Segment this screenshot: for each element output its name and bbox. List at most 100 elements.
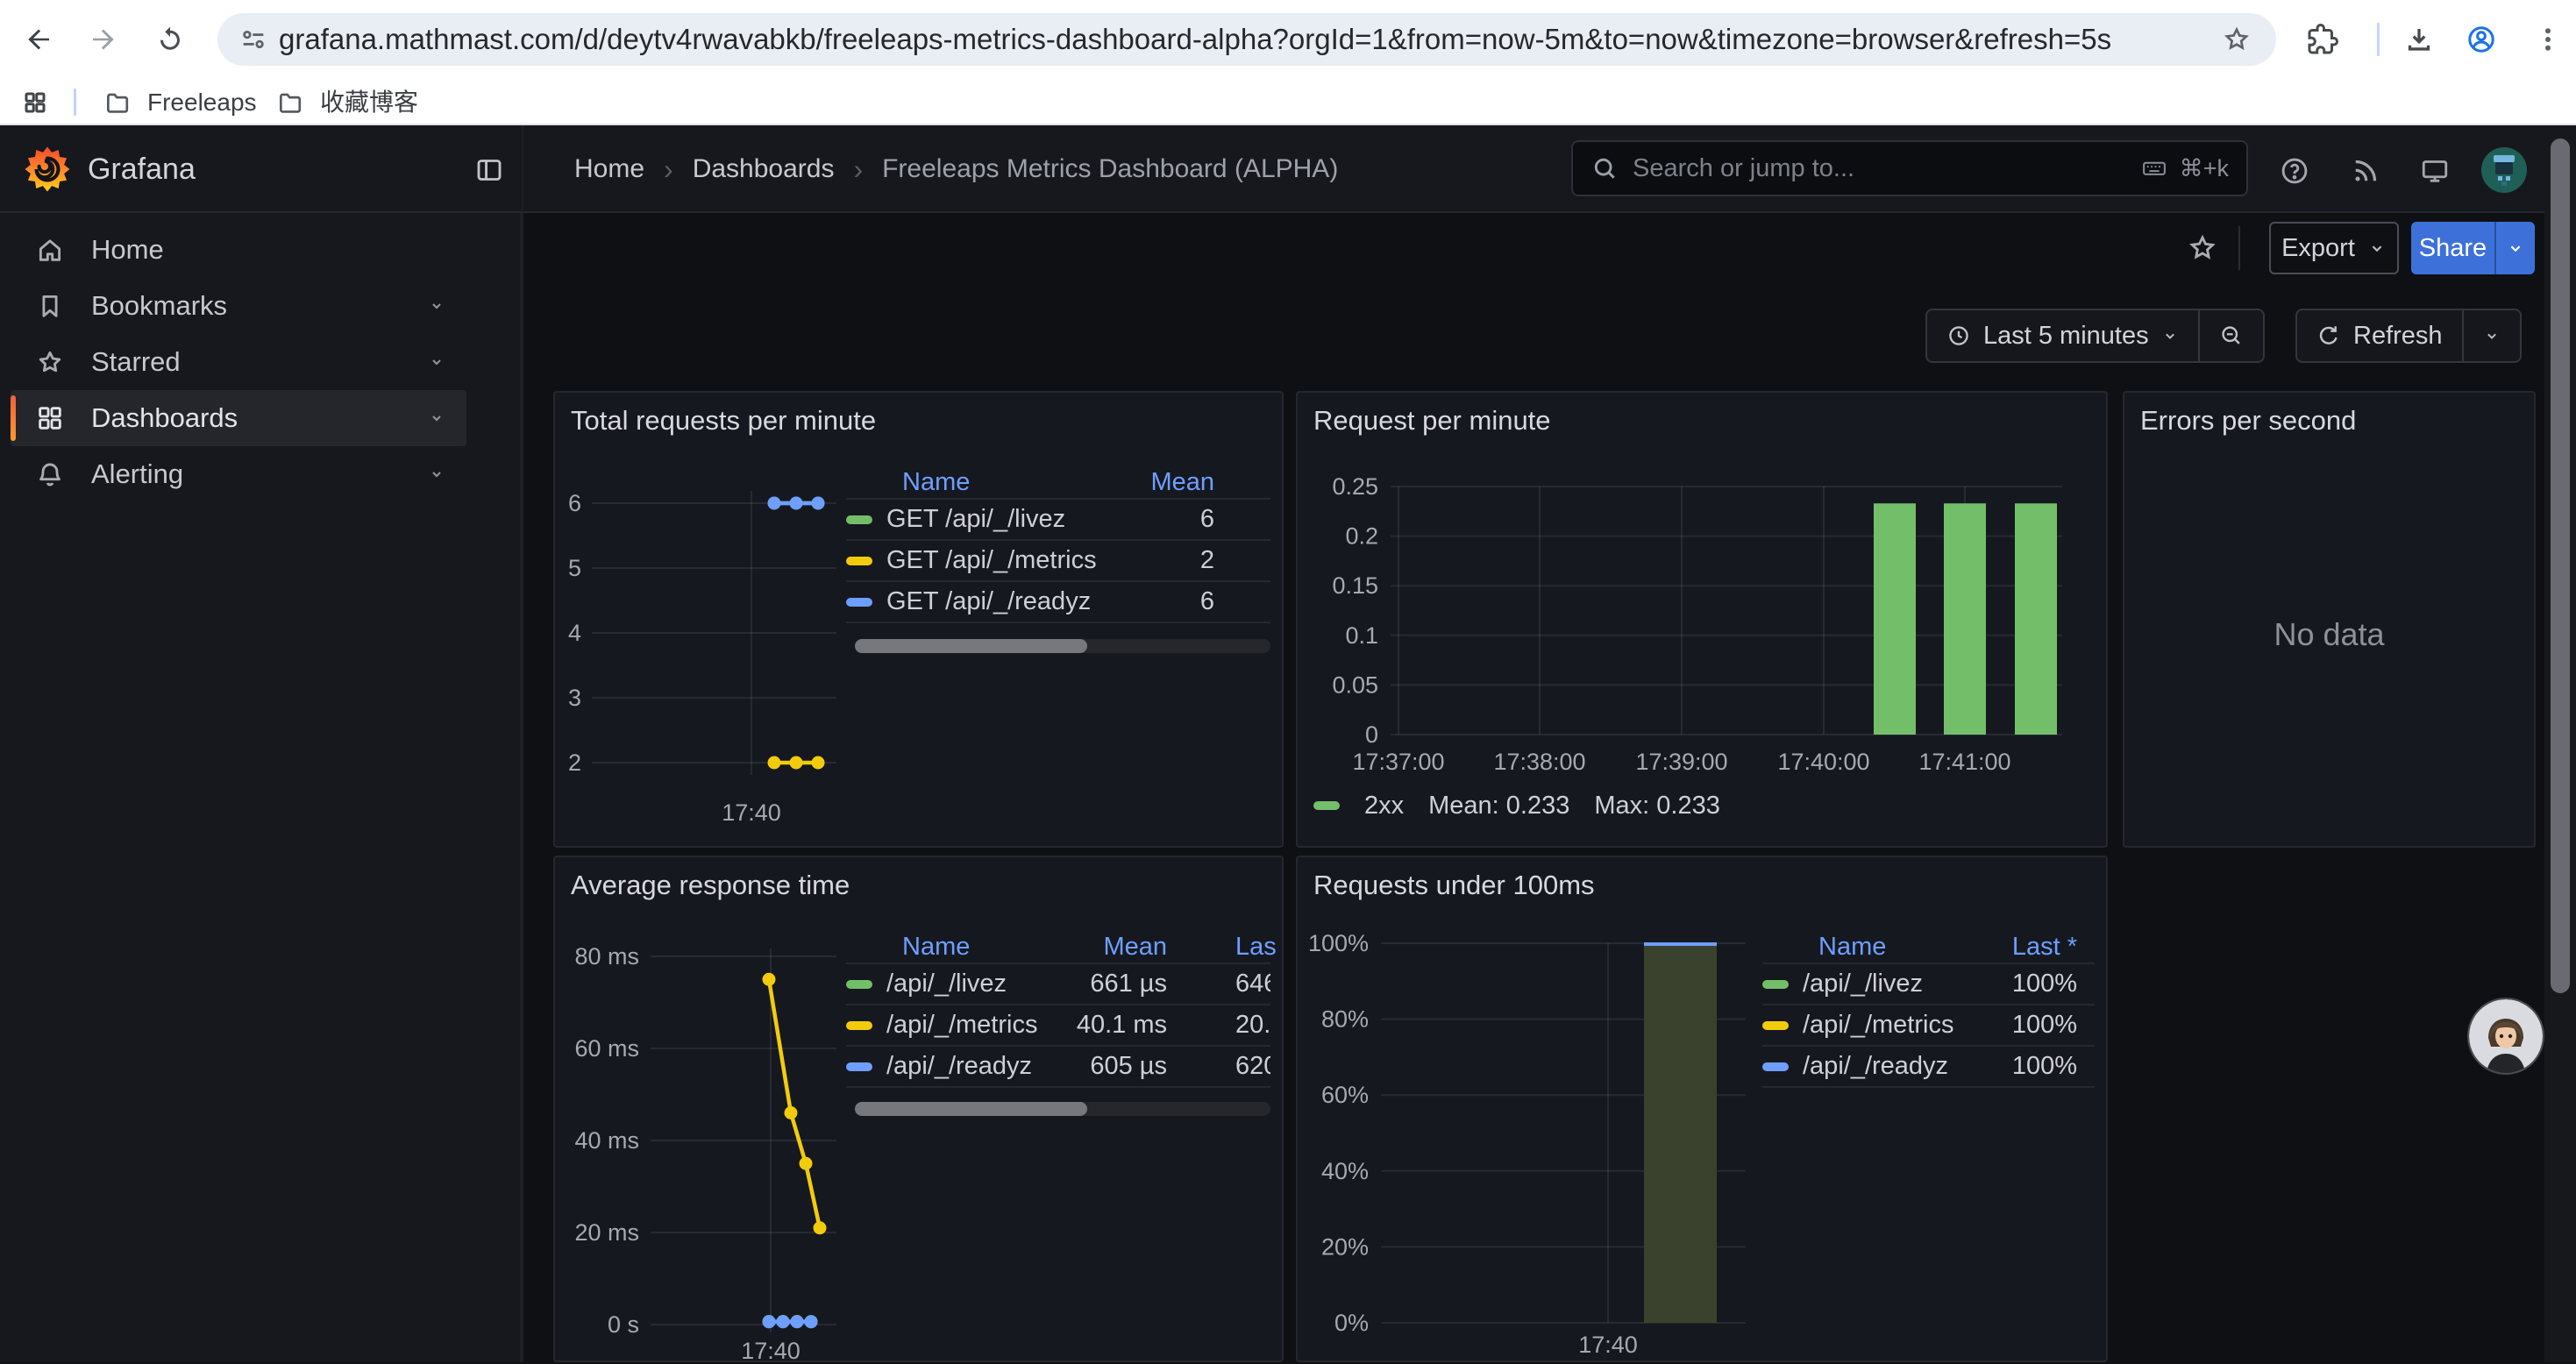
sidebar-toggle-icon[interactable] bbox=[473, 154, 505, 186]
legend-row[interactable]: /api/_/livez661 µs646 bbox=[846, 964, 1270, 1005]
legend-column-header[interactable]: Mean bbox=[1135, 468, 1214, 497]
sidebar-item-home[interactable]: Home bbox=[11, 222, 466, 278]
url-bar[interactable]: grafana.mathmast.com/d/deytv4rwavabkb/fr… bbox=[217, 13, 2276, 66]
series-color-dash bbox=[846, 1062, 872, 1071]
zoom-out-button[interactable] bbox=[2200, 310, 2263, 361]
series-name[interactable]: /api/_/metrics bbox=[1803, 1011, 1953, 1040]
svg-text:17:38:00: 17:38:00 bbox=[1493, 749, 1585, 775]
favorite-star-icon[interactable] bbox=[2187, 232, 2218, 264]
bookmark-folder-freeleaps[interactable]: Freeleaps bbox=[103, 79, 257, 125]
sidebar: HomeBookmarksStarred Dashboards Alerting bbox=[0, 213, 522, 1362]
chevron-down-icon bbox=[2506, 238, 2525, 258]
sidebar-item-label: Dashboards bbox=[91, 402, 238, 434]
panel-title[interactable]: Errors per second bbox=[2140, 405, 2356, 437]
series-name[interactable]: 2xx bbox=[1364, 792, 1404, 821]
svg-text:0.2: 0.2 bbox=[1345, 523, 1378, 550]
sidebar-item-bookmarks[interactable]: Bookmarks bbox=[11, 278, 466, 334]
monitor-icon[interactable] bbox=[2419, 155, 2451, 187]
legend-row[interactable]: GET /api/_/metrics 2 bbox=[846, 541, 1270, 582]
profile-icon[interactable] bbox=[2466, 24, 2497, 55]
sidebar-item-alerting[interactable]: Alerting bbox=[11, 446, 466, 502]
legend-column-header[interactable]: Name bbox=[1762, 933, 1981, 962]
bookmark-star-icon[interactable] bbox=[2222, 25, 2252, 54]
sidebar-item-starred[interactable]: Starred bbox=[11, 334, 466, 390]
refresh-interval-caret[interactable] bbox=[2464, 310, 2520, 361]
series-name[interactable]: /api/_/metrics bbox=[886, 1011, 1037, 1040]
sidebar-item-dashboards[interactable]: Dashboards bbox=[11, 390, 466, 446]
series-name[interactable]: GET /api/_/metrics bbox=[886, 546, 1097, 575]
share-button[interactable]: Share bbox=[2411, 222, 2535, 274]
under-100ms-legend: NameLast */api/_/livez100%/api/_/metrics… bbox=[1762, 931, 2095, 1088]
export-button[interactable]: Export bbox=[2269, 222, 2399, 274]
site-settings-icon[interactable] bbox=[238, 25, 268, 54]
chevron-down-icon[interactable] bbox=[426, 295, 447, 316]
time-range-picker[interactable]: Last 5 minutes bbox=[1927, 310, 2198, 361]
legend-row[interactable]: GET /api/_/livez6 bbox=[846, 500, 1270, 541]
extensions-icon[interactable] bbox=[2307, 24, 2338, 55]
back-icon[interactable] bbox=[23, 24, 54, 55]
help-icon[interactable] bbox=[2279, 155, 2310, 187]
series-name[interactable]: GET /api/_/readyz bbox=[886, 587, 1091, 616]
legend-row[interactable]: /api/_/metrics 100% bbox=[1762, 1005, 2095, 1047]
legend-row[interactable]: /api/_/readyz100% bbox=[1762, 1047, 2095, 1088]
user-avatar[interactable] bbox=[2480, 146, 2528, 194]
avg-response-chart[interactable]: 80 ms60 ms40 ms20 ms0 s17:40 bbox=[562, 931, 851, 1364]
legend-row[interactable]: /api/_/metrics40.1 ms20.5 r bbox=[846, 1005, 1270, 1047]
apps-grid-icon[interactable] bbox=[22, 89, 48, 116]
series-max: Max: 0.233 bbox=[1594, 792, 1719, 821]
bookmark-folder-blogs[interactable]: 收藏博客 bbox=[276, 79, 418, 125]
legend-value: 100% bbox=[1981, 1011, 2077, 1040]
panel-title[interactable]: Request per minute bbox=[1313, 405, 1551, 437]
total-requests-chart[interactable]: 6543217:40 bbox=[562, 466, 851, 828]
keyboard-icon bbox=[2138, 155, 2171, 181]
request-per-minute-legend[interactable]: 2xx Mean: 0.233 Max: 0.233 bbox=[1313, 785, 1720, 826]
series-name[interactable]: /api/_/livez bbox=[886, 970, 1007, 998]
breadcrumb-dashboards[interactable]: Dashboards bbox=[693, 154, 835, 184]
legend-scrollbar[interactable] bbox=[855, 1102, 1270, 1116]
legend-value: 620 bbox=[1167, 1052, 1270, 1081]
share-caret-button[interactable] bbox=[2494, 222, 2535, 274]
brand-text: Grafana bbox=[88, 125, 196, 213]
svg-text:40 ms: 40 ms bbox=[574, 1127, 639, 1154]
legend-scrollbar[interactable] bbox=[855, 639, 1270, 653]
legend-header: NameMean bbox=[846, 466, 1270, 500]
breadcrumb-separator: › bbox=[664, 153, 673, 186]
news-rss-icon[interactable] bbox=[2350, 155, 2381, 187]
grafana-logo[interactable] bbox=[25, 146, 70, 192]
request-per-minute-chart[interactable]: 0.250.20.150.10.05017:37:0017:38:0017:39… bbox=[1306, 466, 2087, 782]
page-scrollbar-thumb[interactable] bbox=[2551, 139, 2570, 993]
legend-value: 2 bbox=[1135, 546, 1214, 575]
grafana-app: Grafana Home › Dashboards › Freeleaps Me… bbox=[0, 125, 2576, 1362]
series-name[interactable]: /api/_/readyz bbox=[886, 1052, 1032, 1081]
search-input[interactable]: Search or jump to... ⌘+k bbox=[1571, 140, 2248, 196]
legend-column-header[interactable]: Name bbox=[846, 468, 1135, 497]
legend-row[interactable]: /api/_/readyz605 µs620 bbox=[846, 1047, 1270, 1088]
panel-title[interactable]: Total requests per minute bbox=[571, 405, 876, 437]
panel-title[interactable]: Requests under 100ms bbox=[1313, 870, 1595, 901]
legend-column-header[interactable]: Name bbox=[846, 933, 1069, 962]
legend-row[interactable]: /api/_/livez100% bbox=[1762, 964, 2095, 1005]
panel-total-requests: Total requests per minute 6543217:40 Nam… bbox=[553, 391, 1284, 848]
legend-column-header[interactable]: Mean bbox=[1069, 933, 1167, 962]
chevron-down-icon[interactable] bbox=[426, 408, 447, 429]
menu-kebab-icon[interactable] bbox=[2532, 24, 2564, 55]
series-name[interactable]: /api/_/livez bbox=[1803, 970, 1923, 998]
grafana-header: Grafana Home › Dashboards › Freeleaps Me… bbox=[0, 125, 2576, 213]
legend-column-header[interactable]: Las bbox=[1167, 933, 1270, 962]
legend-row[interactable]: GET /api/_/readyz6 bbox=[846, 582, 1270, 623]
download-icon[interactable] bbox=[2403, 24, 2435, 55]
panel-title[interactable]: Average response time bbox=[571, 870, 850, 901]
forward-icon[interactable] bbox=[88, 24, 119, 55]
legend-value: 40.1 ms bbox=[1069, 1011, 1167, 1040]
chevron-down-icon[interactable] bbox=[426, 464, 447, 485]
breadcrumb-home[interactable]: Home bbox=[574, 154, 644, 184]
panel-under-100ms: Requests under 100ms 100%80%60%40%20%0%1… bbox=[1296, 856, 2108, 1362]
under-100ms-chart[interactable]: 100%80%60%40%20%0%17:40 bbox=[1306, 931, 1762, 1364]
reload-icon[interactable] bbox=[154, 24, 186, 55]
series-name[interactable]: GET /api/_/livez bbox=[886, 505, 1065, 534]
refresh-button[interactable]: Refresh bbox=[2297, 310, 2462, 361]
assistant-avatar[interactable] bbox=[2469, 999, 2543, 1073]
legend-column-header[interactable]: Last * bbox=[1981, 933, 2077, 962]
series-name[interactable]: /api/_/readyz bbox=[1803, 1052, 1948, 1081]
chevron-down-icon[interactable] bbox=[426, 352, 447, 373]
